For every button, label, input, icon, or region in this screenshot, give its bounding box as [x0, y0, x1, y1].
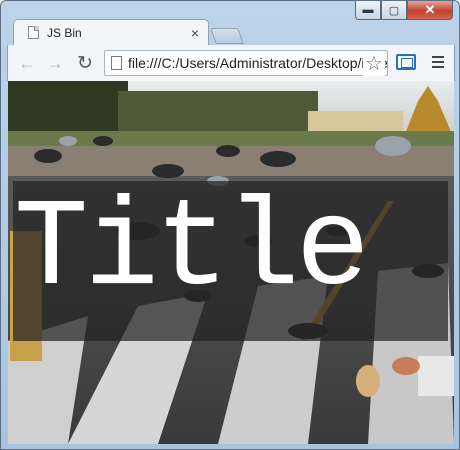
- minimize-button[interactable]: ▬: [355, 1, 381, 20]
- page-title: Title: [14, 181, 370, 321]
- close-window-button[interactable]: ✕: [407, 1, 453, 20]
- window-controls: ▬ ▢ ✕: [355, 1, 453, 20]
- maximize-button[interactable]: ▢: [381, 1, 407, 20]
- tab-js-bin[interactable]: JS Bin ×: [13, 19, 209, 45]
- browser-toolbar: ← → ↻ file:///C:/Users/Administrator/Des…: [7, 45, 455, 81]
- file-icon: [111, 56, 122, 70]
- menu-icon[interactable]: [432, 56, 444, 68]
- page-icon: [28, 26, 39, 39]
- forward-button[interactable]: →: [44, 52, 66, 74]
- browser-window: ▬ ▢ ✕ JS Bin × ← → ↻ file:///C:/Users/Ad…: [0, 0, 460, 450]
- back-button[interactable]: ←: [16, 52, 38, 74]
- cast-icon[interactable]: [396, 54, 416, 70]
- bookmark-star-icon[interactable]: ☆: [363, 51, 385, 76]
- url-text[interactable]: file:///C:/Users/Administrator/Desktop/i…: [128, 55, 387, 71]
- tab-close-icon[interactable]: ×: [191, 25, 199, 41]
- address-bar[interactable]: file:///C:/Users/Administrator/Desktop/i…: [104, 50, 388, 76]
- page-viewport: Title: [8, 81, 454, 444]
- tab-title: JS Bin: [47, 25, 82, 40]
- reload-button[interactable]: ↻: [74, 52, 96, 74]
- new-tab-button[interactable]: [210, 28, 244, 44]
